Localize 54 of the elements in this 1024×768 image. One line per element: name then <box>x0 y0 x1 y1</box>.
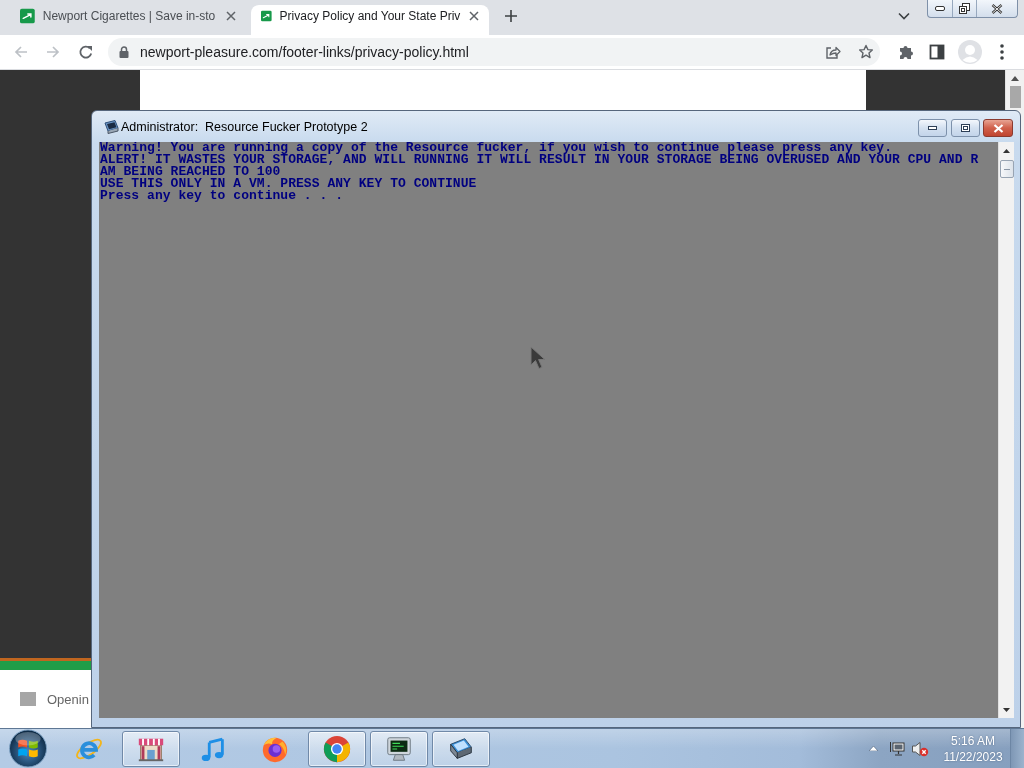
square-icon <box>20 692 36 706</box>
window-title: Administrator: Resource Fucker Prototype 2 <box>121 119 368 134</box>
close-icon <box>468 11 479 21</box>
back-arrow-icon <box>13 44 29 60</box>
forward-arrow-icon <box>45 44 61 60</box>
clock-time: 5:16 AM <box>951 732 995 749</box>
console-scrollbar[interactable] <box>998 142 1014 718</box>
taskbar-button[interactable] <box>370 730 428 767</box>
minimize-button[interactable] <box>918 119 947 137</box>
console-line: AM BEING REACHED TO 100 <box>100 166 281 178</box>
address-bar[interactable]: newport-pleasure.com/footer-links/privacy-policy.html <box>108 38 880 66</box>
triangle-up-icon <box>868 746 878 751</box>
lock-icon <box>119 46 129 58</box>
more-vertical-icon <box>1000 44 1004 60</box>
star-icon <box>858 44 874 60</box>
minimize-icon <box>935 6 945 11</box>
scrollbar-thumb[interactable] <box>999 160 1014 178</box>
console-line: USE THIS ONLY IN A VM. PRESS ANY KEY TO CONTINUE <box>100 178 477 190</box>
plus-icon <box>504 9 518 23</box>
reload-icon <box>78 44 94 60</box>
scroll-up-icon[interactable] <box>1011 75 1019 81</box>
mouse-pointer-icon <box>530 346 546 370</box>
share-icon <box>825 44 841 60</box>
close-icon <box>225 11 236 21</box>
chevron-down-icon <box>898 12 910 20</box>
notice-text: Openin <box>47 691 89 707</box>
favicon-icon <box>20 8 35 24</box>
start-button[interactable] <box>8 729 48 768</box>
muted-speaker-icon[interactable] <box>911 740 929 757</box>
maximize-button[interactable] <box>951 119 980 137</box>
maximize-icon <box>961 124 970 132</box>
clock-date: 11/22/2023 <box>943 748 1003 765</box>
scroll-up-icon[interactable] <box>1003 148 1010 153</box>
close-icon <box>991 3 1003 14</box>
taskbar-button[interactable] <box>432 730 490 767</box>
close-button[interactable] <box>983 119 1013 137</box>
url-text: newport-pleasure.com/footer-links/privacy-policy.html <box>140 44 469 60</box>
console-line: Press any key to continue . . . <box>100 190 344 202</box>
circle-logo-icon <box>322 733 352 764</box>
close-icon <box>992 123 1004 133</box>
puzzle-icon <box>898 44 914 60</box>
console-line: ALERT! IT WASTES YOUR STORAGE, AND WILL RUNNING IT WILL RESULT IN YOUR STORAGE BEING OVERUSED AND YOUR CPU AND R <box>100 154 979 166</box>
restore-icon <box>959 3 970 14</box>
scroll-down-icon[interactable] <box>1003 707 1010 712</box>
side-panel-icon <box>929 44 945 60</box>
console-app-icon <box>103 118 119 135</box>
minimize-icon <box>928 126 937 130</box>
avatar-icon <box>958 40 982 64</box>
favicon-icon <box>261 8 272 24</box>
console-line: Warning! You are running a copy of the Resource fucker, if you wish to continue please press any key. <box>100 142 892 154</box>
browser-tab[interactable]: Privacy Policy and Your State Priv <box>251 5 489 35</box>
browser-tab[interactable]: Newport Cigarettes | Save in-sto <box>10 5 248 35</box>
scrollbar-thumb[interactable] <box>1009 86 1021 108</box>
network-icon[interactable] <box>889 740 905 757</box>
